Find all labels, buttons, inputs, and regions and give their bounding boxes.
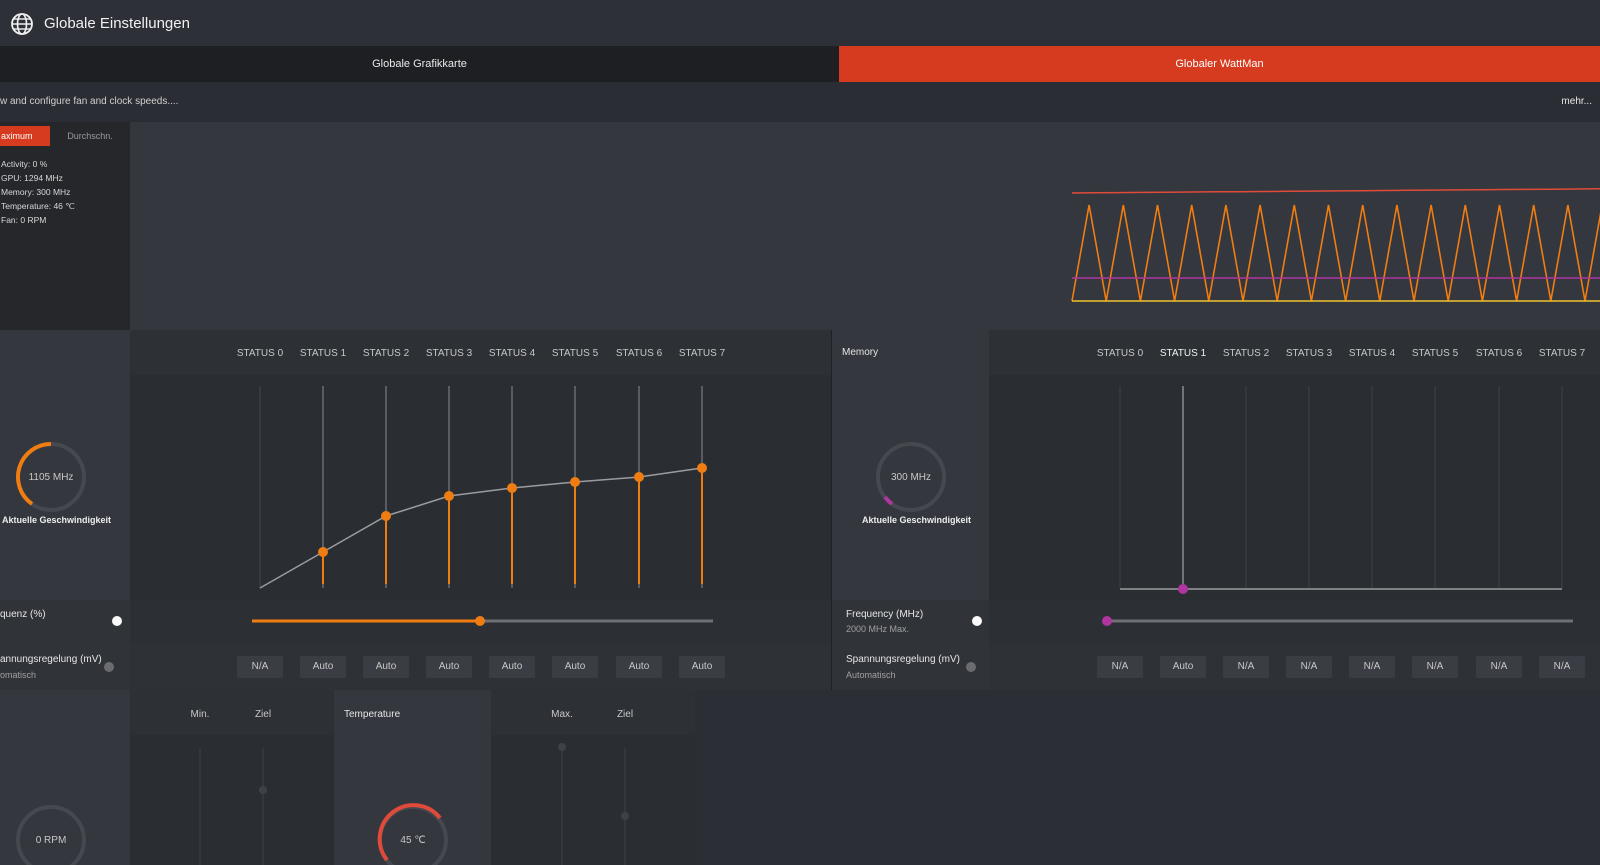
memory-voltage-state-6[interactable]: N/A	[1476, 656, 1522, 678]
gpu-voltage-state-7[interactable]: Auto	[679, 656, 725, 678]
empty-area	[695, 690, 1600, 865]
memory-status-label-5: STATUS 5	[1411, 348, 1459, 359]
gpu-status-label-0: STATUS 0	[236, 348, 284, 359]
memory-voltage-state-4[interactable]: N/A	[1349, 656, 1395, 678]
gpu-state-handle-7[interactable]	[697, 463, 707, 473]
gpu-status-label-3: STATUS 3	[425, 348, 473, 359]
gpu-frequency-toggle[interactable]	[112, 616, 122, 626]
maximum-button[interactable]: aximum	[0, 126, 50, 146]
memory-voltage-state-0[interactable]: N/A	[1097, 656, 1143, 678]
gpu-voltage-state-2[interactable]: Auto	[363, 656, 409, 678]
gpu-voltage-state-6[interactable]: Auto	[616, 656, 662, 678]
more-link[interactable]: mehr...	[1561, 96, 1592, 107]
temperature-gauge	[377, 803, 448, 865]
gpu-voltage-state-0[interactable]: N/A	[237, 656, 283, 678]
memory-status-label-2: STATUS 2	[1222, 348, 1270, 359]
gpu-voltage-state-1[interactable]: Auto	[300, 656, 346, 678]
temperature-header	[491, 690, 695, 735]
temperature-target-handle	[621, 812, 629, 820]
memory-status-label-0: STATUS 0	[1096, 348, 1144, 359]
description-text: w and configure fan and clock speeds....	[0, 96, 179, 107]
monitor-graph	[130, 122, 1600, 330]
tab-bar: Globale Grafikkarte Globaler WattMan	[0, 46, 1600, 82]
memory-gauge-label: Aktuelle Geschwindigkeit	[862, 515, 972, 525]
temperature-title: Temperature	[344, 709, 401, 720]
gpu-status-label-7: STATUS 7	[678, 348, 726, 359]
temperature-col-max: Max.	[551, 709, 573, 720]
stat-memory: Memory: 300 MHz	[1, 187, 71, 197]
tab-global-wattman[interactable]: Globaler WattMan	[839, 46, 1600, 82]
memory-voltage-state-2[interactable]: N/A	[1223, 656, 1269, 678]
memory-voltage-state-1[interactable]: Auto	[1160, 656, 1206, 678]
gpu-status-label-2: STATUS 2	[362, 348, 410, 359]
fan-curve-area	[130, 735, 334, 865]
memory-status-label-7: STATUS 7	[1538, 348, 1586, 359]
temperature-gauge-value: 45 ℃	[400, 835, 426, 846]
fan-header	[130, 690, 334, 735]
gpu-gauge-label: Aktuelle Geschwindigkeit	[2, 515, 112, 525]
gpu-voltage-row	[130, 645, 831, 690]
memory-voltage-state-5[interactable]: N/A	[1412, 656, 1458, 678]
globe-icon	[11, 13, 33, 35]
gpu-frequency-slider-handle	[475, 616, 485, 626]
temperature-curve-area	[491, 735, 695, 865]
fan-col-min: Min.	[190, 709, 210, 720]
memory-voltage-state-3[interactable]: N/A	[1286, 656, 1332, 678]
fan-col-target: Ziel	[254, 709, 272, 720]
memory-status-label-3: STATUS 3	[1285, 348, 1333, 359]
memory-curve-area	[989, 375, 1600, 600]
description-row	[0, 82, 1600, 122]
gpu-voltage-label: annungsregelung (mV)	[0, 654, 102, 665]
fan-target-handle	[259, 786, 267, 794]
monitor-stats-panel	[0, 122, 130, 330]
memory-frequency-sub: 2000 MHz Max.	[846, 624, 910, 634]
gpu-gauge-value: 1105 MHz	[28, 472, 74, 483]
window-title: Globale Einstellungen	[44, 15, 190, 32]
stat-fan: Fan: 0 RPM	[1, 215, 47, 225]
gpu-state-handle-4[interactable]	[507, 483, 517, 493]
tab-global-graphics[interactable]: Globale Grafikkarte	[0, 46, 839, 82]
gpu-state-handle-6[interactable]	[634, 472, 644, 482]
fan-gauge-value: 0 RPM	[35, 835, 67, 846]
memory-voltage-label: Spannungsregelung (mV)	[846, 654, 960, 665]
memory-voltage-sub: Automatisch	[846, 670, 896, 680]
title-bar	[0, 0, 1600, 46]
gpu-voltage-toggle[interactable]	[104, 662, 114, 672]
gpu-state-handle-1[interactable]	[318, 547, 328, 557]
gpu-status-label-5: STATUS 5	[551, 348, 599, 359]
temperature-max-handle	[558, 743, 566, 751]
memory-frequency-slider-handle	[1102, 616, 1112, 626]
gpu-voltage-state-3[interactable]: Auto	[426, 656, 472, 678]
temperature-col-target: Ziel	[616, 709, 634, 720]
memory-frequency-toggle[interactable]	[972, 616, 982, 626]
gpu-state-handle-2[interactable]	[381, 511, 391, 521]
gpu-voltage-state-5[interactable]: Auto	[552, 656, 598, 678]
gpu-status-label-4: STATUS 4	[488, 348, 536, 359]
memory-voltage-state-7[interactable]: N/A	[1539, 656, 1585, 678]
section-divider	[831, 330, 832, 690]
memory-frequency-label: Frequency (MHz)	[846, 609, 924, 620]
gpu-state-handle-3[interactable]	[444, 491, 454, 501]
memory-status-label-1: STATUS 1	[1159, 348, 1207, 359]
memory-status-label-4: STATUS 4	[1348, 348, 1396, 359]
gpu-state-handle-5[interactable]	[570, 477, 580, 487]
gpu-frequency-label: quenz (%)	[0, 609, 46, 620]
stat-temperature: Temperature: 46 ℃	[1, 201, 75, 211]
gpu-frequency-side	[0, 600, 130, 645]
gpu-status-label-1: STATUS 1	[299, 348, 347, 359]
gpu-status-label-6: STATUS 6	[615, 348, 663, 359]
memory-status-label-6: STATUS 6	[1475, 348, 1523, 359]
stat-gpu: GPU: 1294 MHz	[1, 173, 63, 183]
gpu-voltage-state-4[interactable]: Auto	[489, 656, 535, 678]
gpu-voltage-sub: omatisch	[0, 670, 37, 680]
gpu-curve-area	[130, 375, 831, 600]
memory-title: Memory	[842, 347, 879, 358]
memory-side-panel	[832, 330, 989, 600]
memory-frequency-side	[832, 600, 989, 645]
stat-activity: Activity: 0 %	[1, 159, 48, 169]
memory-state-handle-1[interactable]	[1178, 584, 1188, 594]
memory-voltage-toggle[interactable]	[966, 662, 976, 672]
memory-gauge-value: 300 MHz	[890, 472, 931, 483]
average-button[interactable]: Durchschn.	[50, 126, 130, 146]
